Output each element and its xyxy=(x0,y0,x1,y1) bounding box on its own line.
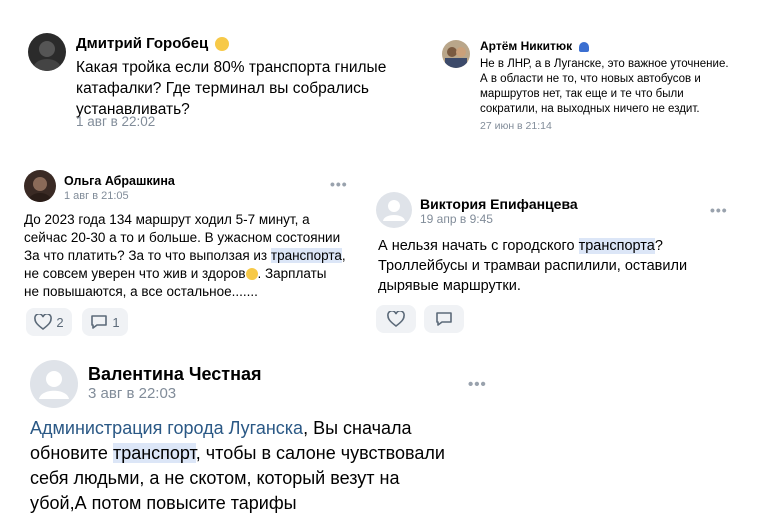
comment-icon xyxy=(436,312,452,326)
avatar-photo-icon xyxy=(445,47,467,68)
comment-date[interactable]: 1 авг в 22:02 xyxy=(76,114,155,129)
mention-link[interactable]: Администрация города Луганска xyxy=(30,418,303,438)
comment-text: Не в ЛНР, а в Луганске, это важное уточн… xyxy=(480,58,729,115)
avatar[interactable] xyxy=(24,170,56,202)
author-name[interactable]: Артём Никитюк xyxy=(480,39,589,53)
more-dots-icon[interactable]: ••• xyxy=(330,176,348,192)
sad-emoji xyxy=(245,268,258,281)
author-name[interactable]: Ольга Абрашкина xyxy=(64,174,175,188)
comment-date[interactable]: 27 июн в 21:14 xyxy=(480,120,552,132)
like-button[interactable] xyxy=(376,305,416,333)
more-dots-icon[interactable]: ••• xyxy=(468,376,487,393)
comment-card-gorobets: Дмитрий Горобец Какая тройка если 80% тр… xyxy=(18,28,398,136)
comment-text: Какая тройка если 80% транспорта гнилые … xyxy=(76,59,387,118)
heart-icon xyxy=(34,314,53,330)
comment-text: А нельзя начать с городского транспорта?… xyxy=(378,238,688,294)
search-highlight: транспорт xyxy=(112,443,196,463)
smile-emoji xyxy=(215,37,230,52)
comment-card-chestnaya: Валентина Честная 3 авг в 22:03 ••• Адми… xyxy=(16,350,510,518)
reply-button[interactable]: 1 xyxy=(82,308,128,336)
comment-card-abrashkina: Ольга Абрашкина 1 авг в 21:05 ••• До 202… xyxy=(16,162,360,342)
user-placeholder-icon[interactable] xyxy=(376,192,412,228)
author-name[interactable]: Виктория Епифанцева xyxy=(420,196,578,212)
reply-button[interactable] xyxy=(424,305,464,333)
author-name[interactable]: Валентина Честная xyxy=(88,364,262,385)
user-silhouette xyxy=(383,200,405,221)
like-count: 2 xyxy=(56,314,64,330)
search-highlight: транспорта xyxy=(270,248,342,263)
reply-count: 1 xyxy=(112,314,120,330)
avatar-photo-icon xyxy=(28,177,52,202)
avatar[interactable] xyxy=(442,40,470,68)
comment-text: До 2023 года 134 маршрут ходил 5-7 минут… xyxy=(24,212,346,299)
user-placeholder-icon[interactable] xyxy=(30,360,78,408)
comment-date[interactable]: 19 апр в 9:45 xyxy=(420,212,493,226)
search-highlight: транспорта xyxy=(578,238,655,254)
like-button[interactable]: 2 xyxy=(26,308,72,336)
comment-icon xyxy=(91,315,108,329)
comment-date[interactable]: 1 авг в 21:05 xyxy=(64,190,129,202)
comment-card-epifantseva: Виктория Епифанцева 19 апр в 9:45 ••• А … xyxy=(366,182,742,342)
comment-text: Администрация города Луганска, Вы сначал… xyxy=(30,418,445,513)
avatar-photo-icon xyxy=(33,41,61,71)
avatar[interactable] xyxy=(28,33,66,71)
comment-card-nikityuk: Артём Никитюк Не в ЛНР, а в Луганске, эт… xyxy=(432,30,744,142)
user-silhouette xyxy=(39,371,69,399)
blue-cap-emoji xyxy=(578,41,589,52)
comment-date[interactable]: 3 авг в 22:03 xyxy=(88,385,176,402)
author-name[interactable]: Дмитрий Горобец xyxy=(76,35,230,52)
more-dots-icon[interactable]: ••• xyxy=(710,202,728,218)
heart-icon xyxy=(387,311,405,327)
